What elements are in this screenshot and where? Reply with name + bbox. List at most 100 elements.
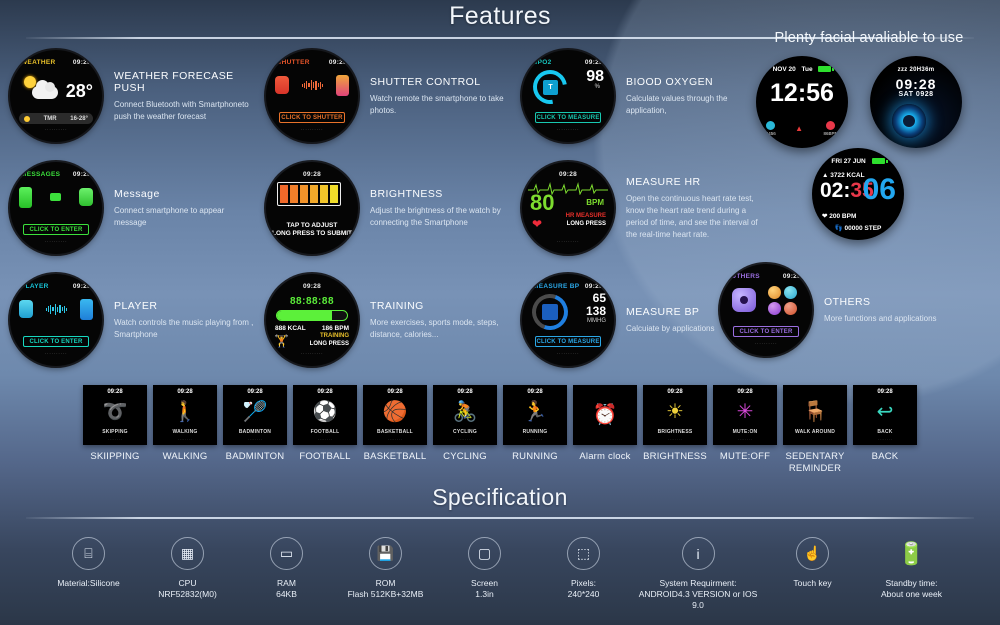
training-stats: 888 KCAL 186 BPM [275,325,349,332]
training-hint: TRAINING LONG PRESS [309,333,349,347]
sport-tile[interactable]: 09:28 ⚽ FOOTBALL ········ [293,385,357,445]
watch-topbar: PLAYER 09:28 [10,283,102,290]
feature-weather[interactable]: WEATHER 09:28 28° TMR 16-28° ·········· … [0,40,256,152]
watch-face-digital[interactable]: NOV 20 Tue 12:56 3456 ▲ 86BPM [756,56,848,148]
sport-item[interactable]: 09:28 ✳ MUTE:ON ········ MUTE:OFF [713,385,777,475]
sport-tile[interactable]: 09:28 🚶 WALKING ········ [153,385,217,445]
feature-message[interactable]: MESSAGES 09:28 CLICK TO ENTER ·········· [0,152,256,264]
spec-line-2: 240*240 [567,589,600,599]
watch-face-hr: 09:28 80 BPM ❤ HR MEASURE LONG PRESS ···… [522,162,614,254]
enter-button[interactable]: CLICK TO ENTER [733,326,799,337]
sport-tile[interactable]: 09:28 ✳ MUTE:ON ········ [713,385,777,445]
feature-shutter[interactable]: SHUTTER 09:28 CLICK TO SHUTTER ·········… [256,40,512,152]
feature-text: BRIGHTNESS Adjust the brightness of the … [358,188,512,229]
hr-unit: BPM [586,198,604,207]
sport-item[interactable]: 🪑 WALK AROUND SEDENTARY REMINDER [783,385,847,475]
sport-tile[interactable]: 09:28 ➰ SKIPPING ········ [83,385,147,445]
watch-time: 09:28 [584,283,603,290]
feature-text: OTHERS More functions and applications [812,296,972,325]
spec-line-1: Material:Silicone [57,578,120,588]
spec-item-touchkey: ☝ Touch key [763,537,862,611]
watch-topbar: MEASURE BP 09:28 [522,283,614,290]
signal-wave-icon [291,79,334,91]
tile-time: 09:28 [317,389,333,395]
watch-topbar: 09:28 [522,171,614,178]
feature-player[interactable]: PLAYER 09:28 CLICK TO ENTER ·········· P [0,264,256,376]
feature-desc: Adjust the brightness of the watch by co… [370,205,501,227]
measure-button[interactable]: CLICK TO MEASURE [535,336,601,347]
sport-label: MUTE:OFF [719,451,771,462]
feature-brightness[interactable]: 09:28 TAP TO ADJUST LONG PRESS TO SUBMIT… [256,152,512,264]
page-dots: ········ [527,437,543,442]
spec-line-1: Pixels: [570,578,597,588]
feature-text: TRAINING More exercises, sports mode, st… [358,300,512,341]
watch-time: 09:28 [558,171,578,178]
sport-tile[interactable]: 09:28 🏃 RUNNING ········ [503,385,567,445]
feature-blood-oxygen[interactable]: SPO2 09:28 T 98 % CLICK TO MEASURE ·····… [512,40,768,152]
hr-value: 80 [530,190,555,215]
sport-item[interactable]: 09:28 🏸 BADMINTON ········ BADMINTON [223,385,287,475]
sport-tile[interactable]: 🪑 WALK AROUND [783,385,847,445]
spec-line-1: ROM [375,578,396,588]
features-title: Features [449,2,551,30]
spec-item-system: i System Requirment: ANDROID4.3 VERSION or… [633,537,763,611]
sport-item[interactable]: 09:28 🏃 RUNNING ········ RUNNING [503,385,567,475]
enter-button[interactable]: CLICK TO ENTER [23,336,89,347]
watch-face-space[interactable]: zzz 20H36m 09:28 SAT 0928 [870,56,962,148]
sport-tile[interactable]: ⏰ [573,385,637,445]
tile-name: WALKING [172,429,198,435]
watch-face-sport[interactable]: FRI 27 JUN ▲ 3722 KCAL 02:35 06 ❤ 200 BP… [812,148,904,240]
sport-item[interactable]: 09:28 ➰ SKIPPING ········ SKIIPPING [83,385,147,475]
sport-tile[interactable]: 09:28 ↩ BACK ········ [853,385,917,445]
sport-item[interactable]: 09:28 ⚽ FOOTBALL ········ FOOTBALL [293,385,357,475]
tmr-range: 16-28° [70,115,88,122]
cycling-icon: 🚴 [452,401,478,423]
shutter-button[interactable]: CLICK TO SHUTTER [279,112,345,123]
watch-label: MESSAGES [21,171,61,178]
tile-time: 09:28 [667,389,683,395]
player-illustration [10,296,102,322]
sport-tile[interactable]: 09:28 🚴 CYCLING ········ [433,385,497,445]
info-icon: i [681,537,715,570]
gear-icon [732,288,756,312]
bp-values: 65 138 MMHG [586,292,606,325]
feature-desc: Watch remote the smartphone to take phot… [370,93,504,115]
feature-text: WEATHER FORECASE PUSH Connect Bluetooth … [102,70,256,123]
spec-line-1: Standby time: [885,578,938,588]
sport-item[interactable]: 09:28 ↩ BACK ········ BACK [853,385,917,475]
enter-button[interactable]: CLICK TO ENTER [23,224,89,235]
feature-measure-hr[interactable]: 09:28 80 BPM ❤ HR MEASURE LONG PRESS ···… [512,152,768,264]
bpm-stat: 186 BPM [321,325,349,332]
spec-line-1: System Requirment: [659,578,737,588]
spec-item-standby: 🔋 Standby time: About one week [862,537,961,611]
sport-tile[interactable]: 09:28 🏸 BADMINTON ········ [223,385,287,445]
message-illustration [10,184,102,210]
sport-item[interactable]: 09:28 🏀 BASKETBALL ········ BASKETBALL [363,385,427,475]
spec-line-2: Flash 512KB+32MB [347,589,424,599]
watch-topbar: MESSAGES 09:28 [10,171,102,178]
face-date-row: NOV 20 Tue [756,66,848,73]
sport-item[interactable]: 09:28 🚶 WALKING ········ WALKING [153,385,217,475]
battery-icon [818,66,835,73]
page-dots: ········ [177,437,193,442]
page-dots: ·········· [300,127,324,133]
watch-time: 09:28 [302,171,322,178]
sport-item[interactable]: ⏰ Alarm clock [573,385,637,475]
sport-item[interactable]: 09:28 ☀ BRIGHTNESS ········ BRIGHTNESS [643,385,707,475]
brightness-level-bars [277,182,341,206]
mini-app-icons [768,286,800,315]
sport-item[interactable]: 09:28 🚴 CYCLING ········ CYCLING [433,385,497,475]
basketball-icon: 🏀 [382,401,408,423]
measure-button[interactable]: CLICK TO MEASURE [535,112,601,123]
temperature-value: 28° [65,81,93,101]
mute-icon: ✳ [736,401,754,423]
brightness-icon: ☀ [666,401,684,423]
sport-tile[interactable]: 09:28 ☀ BRIGHTNESS ········ [643,385,707,445]
tmr-label: TMR [43,115,57,122]
feature-training[interactable]: 09:28 88:88:88 888 KCAL 186 BPM 🏋 TRAINI… [256,264,512,376]
sport-tile[interactable]: 09:28 🏀 BASKETBALL ········ [363,385,427,445]
football-icon: ⚽ [312,401,338,423]
spo2-unit: % [594,84,600,90]
watch-topbar: SPO2 09:28 [522,59,614,66]
face-date: SAT 0928 [898,91,934,98]
